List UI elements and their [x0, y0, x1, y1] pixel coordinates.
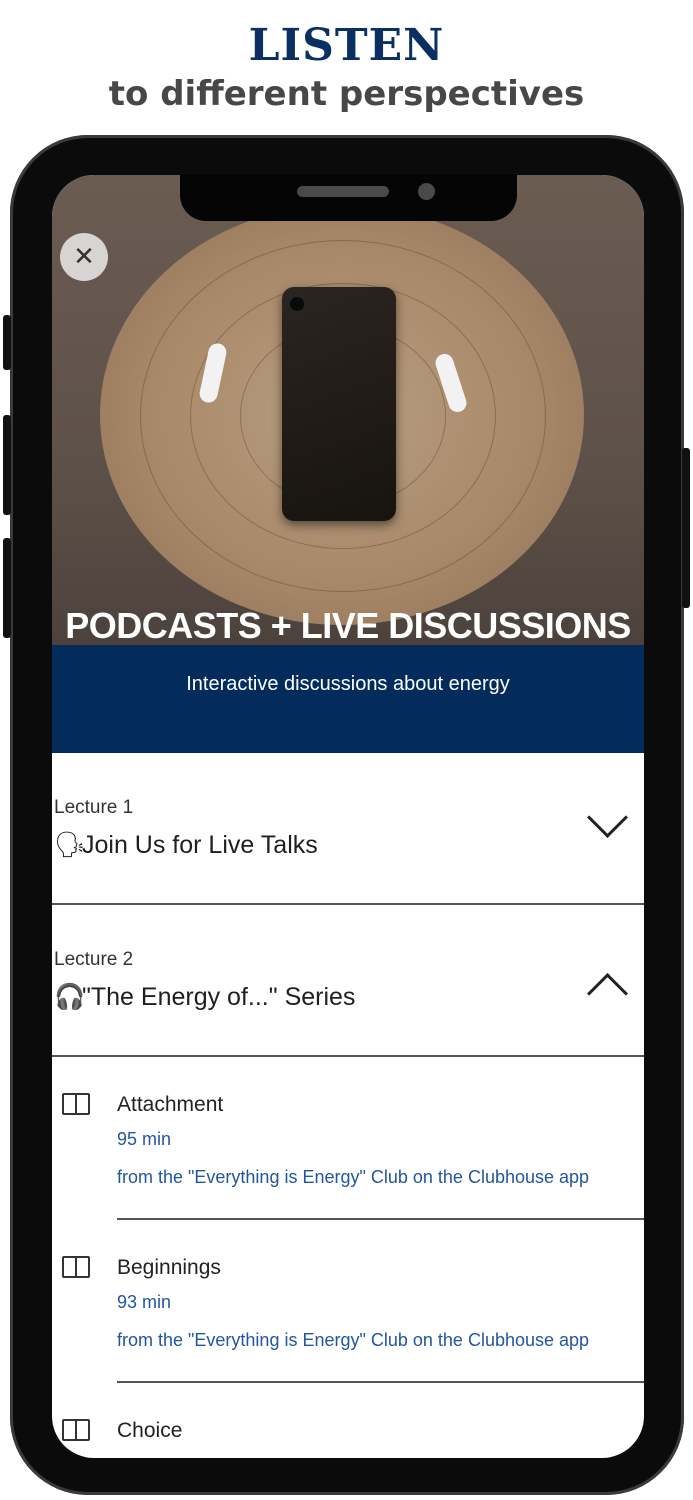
book-icon: [62, 1419, 90, 1441]
hero-image: ✕: [52, 175, 644, 645]
lecture-1-header[interactable]: Lecture 1 🗣Join Us for Live Talks: [52, 753, 644, 905]
phone-power-button: [682, 448, 690, 608]
phone-volume-down-button: [3, 538, 11, 638]
item-title: Beginnings: [117, 1256, 221, 1279]
lecture-label: Lecture 1: [54, 797, 134, 818]
page-headline: LISTEN: [248, 20, 445, 71]
phone-notch: [180, 174, 517, 221]
item-title: Attachment: [117, 1093, 224, 1116]
book-icon: [62, 1093, 90, 1115]
lecture-2-header[interactable]: Lecture 2 🎧"The Energy of..." Series: [52, 905, 644, 1057]
item-source: from the "Everything is Energy" Club on …: [117, 1330, 590, 1350]
lecture-title: 🗣Join Us for Live Talks: [54, 831, 318, 860]
close-icon[interactable]: ✕: [60, 233, 108, 281]
lecture-title-text: "The Energy of..." Series: [82, 983, 356, 1011]
lecture-label: Lecture 2: [54, 949, 134, 970]
item-title: Choice: [117, 1419, 183, 1442]
headphones-icon: 🎧: [54, 983, 86, 1011]
chevron-down-icon[interactable]: [586, 796, 629, 839]
hero-title: PODCASTS + LIVE DISCUSSIONS: [65, 605, 631, 646]
lecture-title: 🎧"The Energy of..." Series: [54, 983, 355, 1012]
page-subheadline: to different perspectives: [108, 74, 585, 114]
phone-screen: ✕ PODCASTS + LIVE DISCUSSIONS Interactiv…: [52, 175, 644, 1458]
book-icon: [62, 1256, 90, 1278]
item-duration: 93 min: [117, 1292, 172, 1312]
item-source: from the "Everything is Energy" Club on …: [117, 1167, 590, 1187]
chevron-up-icon[interactable]: [586, 972, 629, 1015]
phone-front-camera: [418, 183, 435, 200]
smartphone-image: [282, 287, 396, 521]
lecture-title-text: Join Us for Live Talks: [82, 831, 318, 859]
list-item[interactable]: Beginnings 93 min from the "Everything i…: [52, 1220, 644, 1383]
item-duration: 95 min: [117, 1129, 172, 1149]
list-item[interactable]: Choice: [52, 1383, 644, 1458]
list-item[interactable]: Attachment 95 min from the "Everything i…: [52, 1057, 644, 1220]
camera-lens-image: [290, 297, 304, 311]
phone-speaker: [297, 186, 389, 197]
speaking-head-icon: 🗣: [54, 831, 86, 859]
phone-volume-up-button: [3, 415, 11, 515]
phone-side-button: [3, 315, 11, 370]
hero-subtitle: Interactive discussions about energy: [186, 673, 510, 695]
hero-banner: Interactive discussions about energy: [52, 645, 644, 753]
